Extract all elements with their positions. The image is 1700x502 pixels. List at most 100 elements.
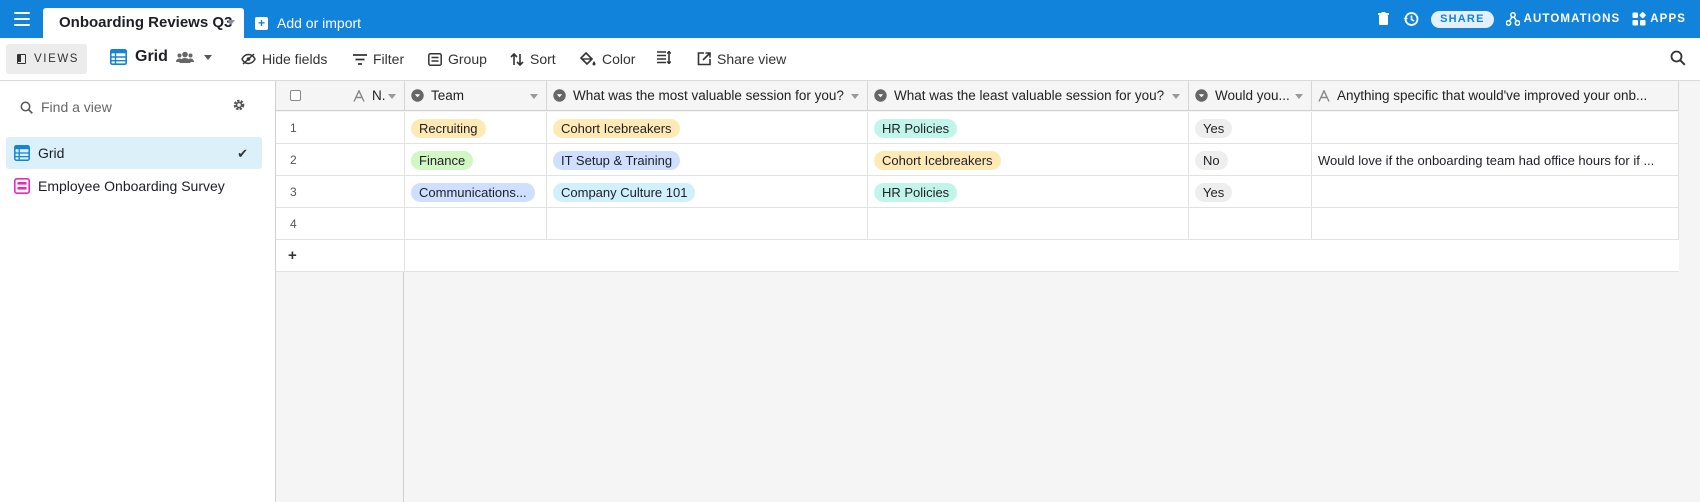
chevron-down-icon[interactable] (388, 94, 396, 99)
would-you-cell[interactable]: Yes (1189, 176, 1312, 208)
select-pill: No (1195, 150, 1228, 170)
column-header-team[interactable]: Team (405, 81, 547, 111)
chevron-down-icon[interactable] (203, 54, 212, 60)
least-valuable-cell[interactable] (868, 208, 1189, 240)
anything-specific-cell[interactable] (1312, 176, 1679, 208)
single-select-icon (874, 89, 887, 102)
single-select-icon (553, 89, 566, 102)
chevron-down-icon[interactable] (851, 94, 859, 99)
menu-icon[interactable] (14, 12, 30, 26)
chevron-down-icon[interactable] (1295, 94, 1303, 99)
hide-fields-button[interactable]: Hide fields (241, 51, 327, 67)
most-valuable-cell[interactable]: Company Culture 101 (547, 176, 868, 208)
search-icon[interactable] (1670, 50, 1686, 71)
anything-specific-cell[interactable] (1312, 112, 1679, 144)
text-icon (353, 89, 365, 102)
color-button[interactable]: Color (580, 51, 635, 67)
primary-field-header[interactable]: N. (276, 81, 405, 111)
chevron-down-icon[interactable] (227, 20, 235, 25)
column-label: What was the most valuable session for y… (573, 88, 844, 103)
most-valuable-cell[interactable] (547, 208, 868, 240)
single-select-icon (1195, 89, 1208, 102)
least-valuable-cell[interactable]: HR Policies (868, 176, 1189, 208)
would-you-cell[interactable]: Yes (1189, 112, 1312, 144)
share-view-button[interactable]: Share view (697, 51, 786, 67)
row-number: 2 (276, 144, 405, 176)
sort-button[interactable]: Sort (510, 51, 556, 67)
sort-label: Sort (530, 51, 556, 67)
trash-icon[interactable] (1373, 9, 1393, 29)
grid-icon (14, 145, 30, 161)
sidebar-item-grid[interactable]: Grid ✔ (6, 137, 262, 169)
form-icon (14, 178, 30, 194)
select-pill: Finance (411, 150, 474, 170)
sidebar-item-employee-onboarding-survey[interactable]: Employee Onboarding Survey (6, 170, 262, 202)
would-you-cell[interactable] (1189, 208, 1312, 240)
filter-label: Filter (373, 51, 405, 67)
add-row-divider (404, 240, 405, 272)
sidebar-toggle-icon (17, 54, 26, 64)
add-import-label: Add or import (277, 15, 362, 31)
select-pill: Yes (1195, 118, 1233, 138)
find-view-search[interactable]: Find a view (20, 97, 250, 117)
table-tab[interactable]: Onboarding Reviews Q3 (43, 8, 244, 38)
anything-specific-cell[interactable]: Would love if the onboarding team had of… (1312, 144, 1679, 176)
views-toggle-button[interactable]: VIEWS (6, 44, 87, 74)
least-valuable-cell[interactable]: Cohort Icebreakers (868, 144, 1189, 176)
automations-button[interactable]: AUTOMATIONS (1505, 12, 1621, 26)
eye-slash-icon (241, 53, 256, 65)
top-right-actions: SHARE AUTOMATIONS APPS (1365, 0, 1700, 38)
select-all-checkbox[interactable] (290, 90, 301, 101)
group-button[interactable]: Group (428, 51, 487, 67)
sidebar-item-label: Grid (38, 145, 65, 161)
apps-label: APPS (1650, 13, 1686, 25)
row-number: 4 (276, 208, 405, 240)
plus-icon: + (255, 16, 268, 30)
select-pill: Communications... (411, 182, 535, 202)
add-row-button[interactable]: + (276, 240, 1679, 272)
column-header-least-valuable[interactable]: What was the least valuable session for … (868, 81, 1189, 111)
data-grid: N. Team What was the most valuable sessi… (276, 81, 1700, 502)
table-row[interactable]: 1 Recruiting Cohort Icebreakers HR Polic… (276, 112, 1679, 144)
anything-specific-cell[interactable] (1312, 208, 1679, 240)
text-icon (1318, 89, 1330, 102)
automations-icon (1505, 12, 1520, 26)
column-label: Team (431, 88, 465, 103)
views-sidebar: Find a view Grid ✔ Employee Onboarding S… (0, 81, 276, 502)
least-valuable-cell[interactable]: HR Policies (868, 112, 1189, 144)
most-valuable-cell[interactable]: IT Setup & Training (547, 144, 868, 176)
view-switcher[interactable]: Grid (110, 48, 212, 66)
select-pill: HR Policies (874, 118, 958, 138)
hide-fields-label: Hide fields (262, 51, 328, 67)
table-row[interactable]: 2 Finance IT Setup & Training Cohort Ice… (276, 144, 1679, 176)
collaborators-icon (175, 51, 194, 63)
chevron-down-icon[interactable] (530, 94, 538, 99)
select-pill: Cohort Icebreakers (874, 150, 1001, 170)
apps-icon (1632, 12, 1647, 26)
row-height-icon (657, 51, 671, 64)
select-pill: Yes (1195, 182, 1233, 202)
team-cell[interactable]: Recruiting (405, 112, 547, 144)
history-icon[interactable] (1401, 9, 1421, 29)
column-header-anything-specific[interactable]: Anything specific that would've improved… (1312, 81, 1679, 111)
select-pill: Cohort Icebreakers (553, 118, 680, 138)
would-you-cell[interactable]: No (1189, 144, 1312, 176)
team-cell[interactable]: Finance (405, 144, 547, 176)
apps-button[interactable]: APPS (1632, 12, 1686, 26)
gear-icon[interactable] (232, 98, 246, 117)
team-cell[interactable]: Communications... (405, 176, 547, 208)
share-button[interactable]: SHARE (1431, 10, 1494, 28)
external-link-icon (697, 52, 711, 66)
sidebar-item-label: Employee Onboarding Survey (38, 178, 225, 194)
most-valuable-cell[interactable]: Cohort Icebreakers (547, 112, 868, 144)
row-height-button[interactable] (657, 51, 677, 64)
chevron-down-icon[interactable] (1172, 94, 1180, 99)
team-cell[interactable] (405, 208, 547, 240)
table-row[interactable]: 3 Communications... Company Culture 101 … (276, 176, 1679, 208)
add-import-button[interactable]: + Add or import (255, 13, 361, 33)
table-row[interactable]: 4 (276, 208, 1679, 240)
paint-bucket-icon (580, 52, 596, 66)
column-header-would-you[interactable]: Would you... (1189, 81, 1312, 111)
filter-button[interactable]: Filter (353, 51, 404, 67)
column-header-most-valuable[interactable]: What was the most valuable session for y… (547, 81, 868, 111)
